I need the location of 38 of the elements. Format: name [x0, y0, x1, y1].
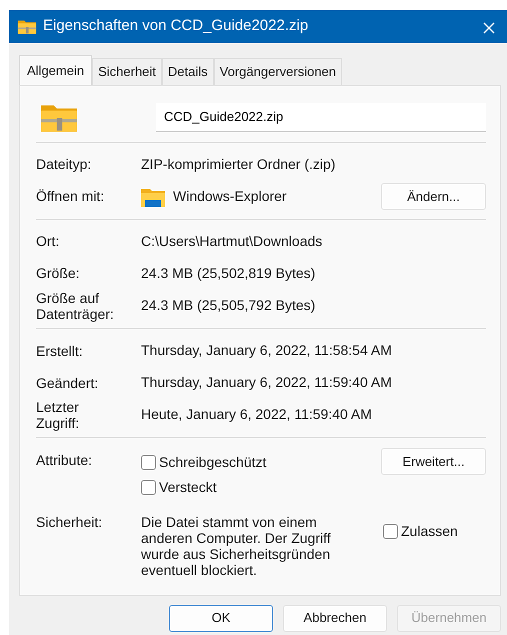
checkbox-label: Schreibgeschützt [159, 452, 266, 472]
field-value: 24.3 MB (25,505,792 Bytes) [141, 296, 316, 316]
window-title: Eigenschaften von CCD_Guide2022.zip [43, 16, 308, 36]
field-label: Erstellt: [36, 342, 84, 359]
checkbox[interactable] [383, 524, 398, 539]
field-value: C:\Users\Hartmut\Downloads [141, 232, 324, 251]
field-label: Dateityp: [36, 156, 92, 173]
file-name-field[interactable]: CCD_Guide2022.zip [156, 103, 486, 132]
field-value: Thursday, January 6, 2022, 11:59:40 AM [141, 373, 393, 392]
field-label: Größe: [36, 265, 81, 282]
dialog-button[interactable]: Abbrechen [283, 604, 387, 632]
tab[interactable]: Details [162, 58, 214, 84]
field-label: Öffnen mit: [36, 188, 106, 205]
checkbox[interactable] [141, 454, 156, 470]
field-value: 24.3 MB (25,502,819 Bytes) [141, 264, 316, 283]
close-icon [483, 22, 495, 34]
field-label: Letzter Zugriff: [36, 398, 80, 431]
field-value: Thursday, January 6, 2022, 11:58:54 AM [141, 341, 393, 360]
folder-icon [141, 186, 165, 206]
field-label: Ort: [36, 233, 60, 250]
checkbox-label: Zulassen [401, 522, 458, 541]
field-label: Größe auf Datenträger: [36, 290, 115, 322]
security-note: Die Datei stammt von einem anderen Computer. Der Zugriff wurde aus Sicherheitsgründen eventuell blockiert. [141, 514, 332, 578]
field-value: Heute, January 6, 2022, 11:59:40 AM [141, 405, 373, 424]
field-label: Attribute: [36, 450, 94, 470]
app-name: Windows-Explorer [173, 187, 287, 206]
field-label: Geändert: [36, 374, 100, 391]
field-label: Sicherheit: [36, 514, 104, 532]
tab[interactable]: Allgemein [19, 55, 92, 84]
tab[interactable]: Vorgängerversionen [214, 58, 342, 84]
field-value: ZIP-komprimierter Ordner (.zip) [141, 155, 336, 174]
folder-icon [17, 18, 37, 34]
checkbox-label: Versteckt [159, 478, 217, 497]
checkbox[interactable] [141, 480, 156, 495]
change-button[interactable]: Ändern... [381, 182, 486, 210]
tab[interactable]: Sicherheit [92, 58, 162, 84]
dialog-button[interactable]: OK [169, 604, 273, 632]
advanced-button[interactable]: Erweitert... [381, 448, 486, 476]
